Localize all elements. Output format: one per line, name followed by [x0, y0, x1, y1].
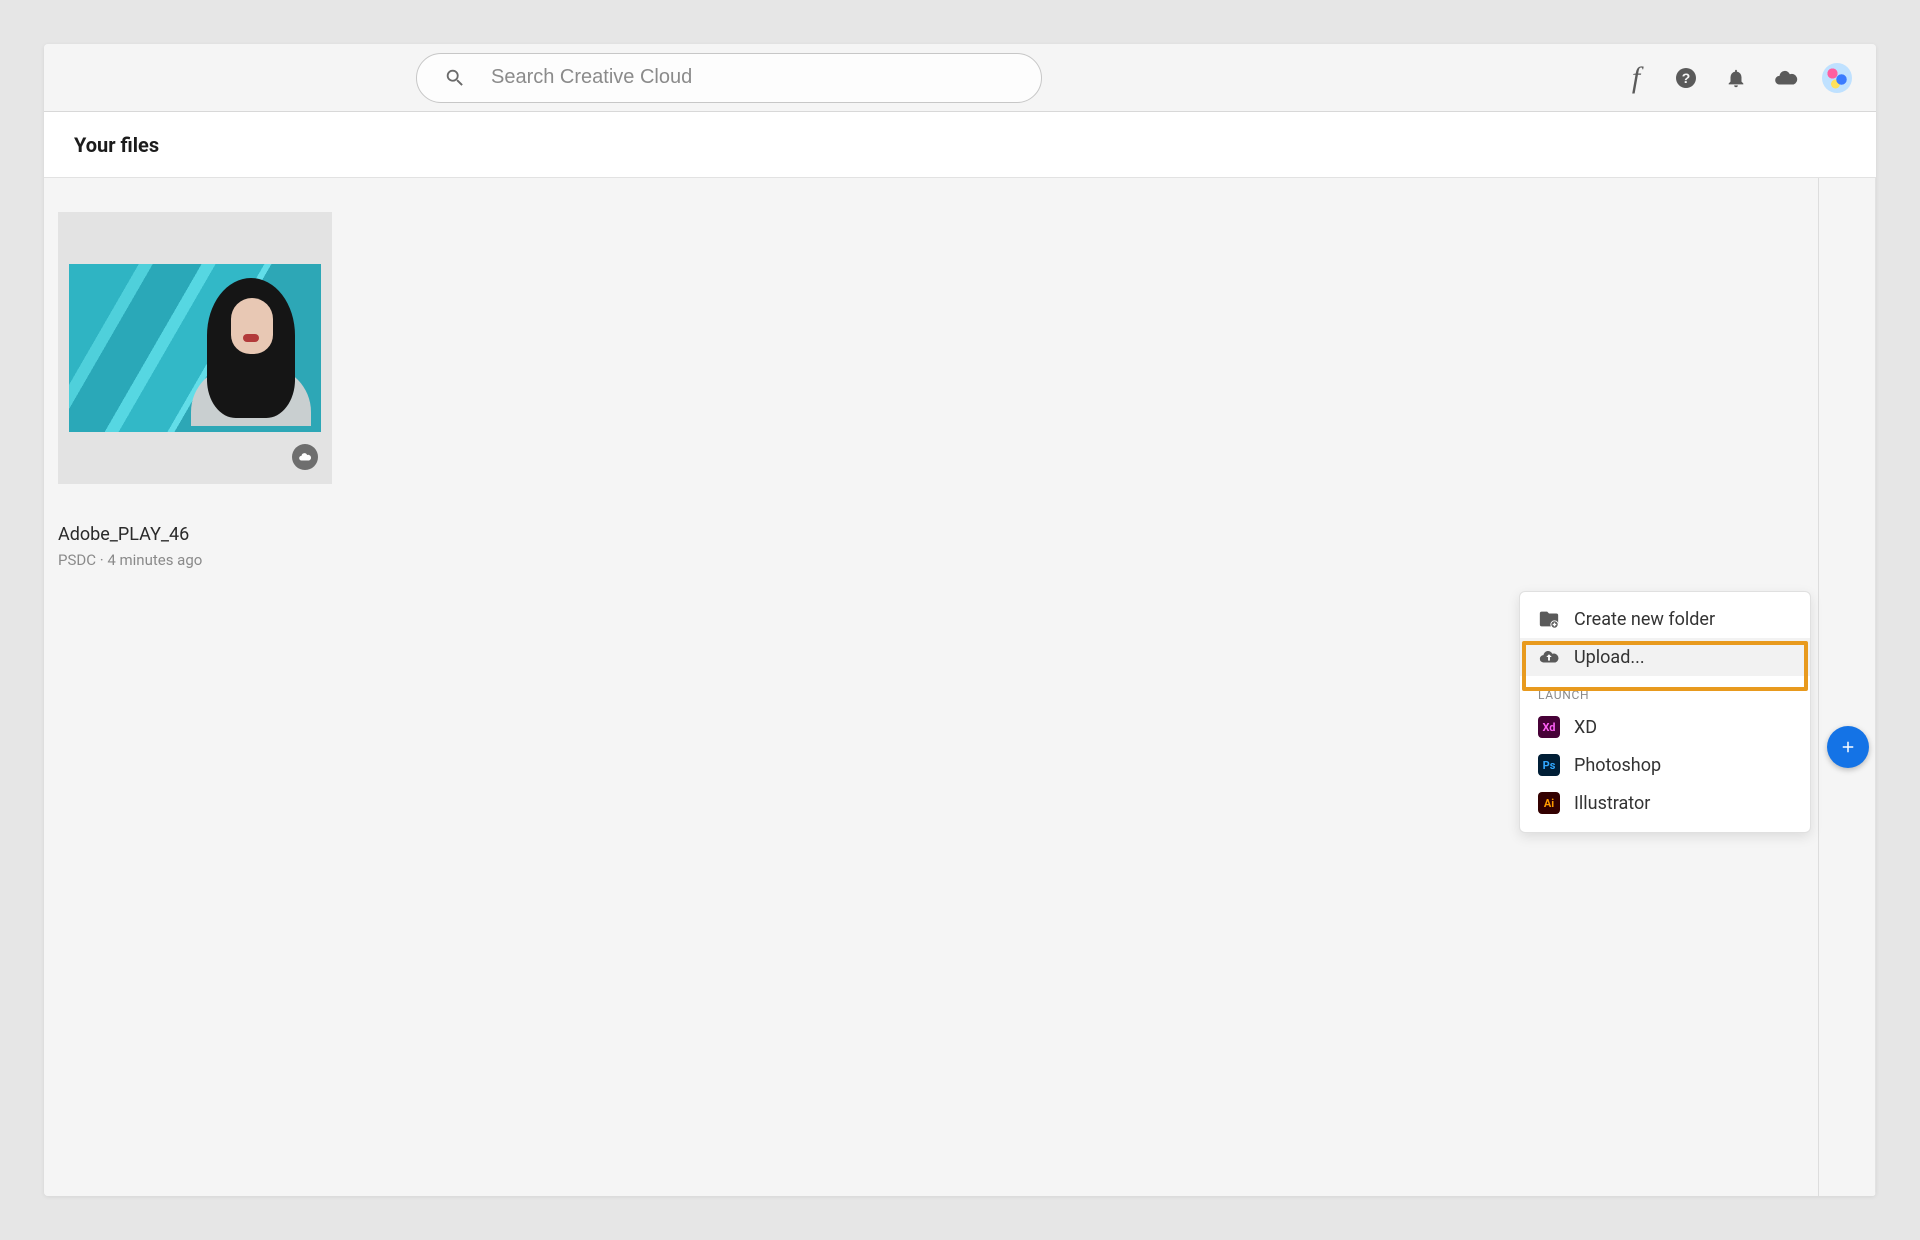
file-meta: PSDC · 4 minutes ago	[58, 551, 332, 569]
file-name: Adobe_PLAY_46	[58, 524, 332, 545]
menu-section-launch: LAUNCH	[1520, 676, 1810, 708]
thumbnail-portrait	[191, 270, 311, 426]
menu-launch-illustrator[interactable]: Ai Illustrator	[1520, 784, 1810, 822]
menu-launch-photoshop[interactable]: Ps Photoshop	[1520, 746, 1810, 784]
menu-item-label: Upload...	[1574, 647, 1645, 668]
synced-badge-icon	[292, 444, 318, 470]
thumbnail-image	[69, 264, 321, 432]
search-wrap	[416, 53, 1042, 103]
ps-app-icon: Ps	[1538, 754, 1560, 776]
app-window: f ? Your files	[44, 44, 1876, 1196]
page-title: Your files	[74, 133, 159, 157]
notifications-icon[interactable]	[1722, 64, 1750, 92]
svg-text:?: ?	[1682, 70, 1691, 86]
avatar[interactable]	[1822, 63, 1852, 93]
help-icon[interactable]: ?	[1672, 64, 1700, 92]
menu-item-label: XD	[1574, 717, 1597, 738]
menu-item-label: Photoshop	[1574, 755, 1661, 776]
file-thumbnail	[58, 212, 332, 484]
menu-item-label: Create new folder	[1574, 609, 1715, 630]
fonts-icon[interactable]: f	[1622, 64, 1650, 92]
top-bar-right: f ?	[1622, 44, 1852, 111]
content-area: Adobe_PLAY_46 PSDC · 4 minutes ago Creat…	[44, 178, 1876, 1196]
menu-item-label: Illustrator	[1574, 793, 1650, 814]
file-card[interactable]: Adobe_PLAY_46 PSDC · 4 minutes ago	[58, 212, 332, 569]
top-bar: f ?	[44, 44, 1876, 112]
add-button[interactable]	[1827, 726, 1869, 768]
upload-icon	[1538, 646, 1560, 668]
search-input[interactable]	[416, 53, 1042, 103]
page-header: Your files	[44, 112, 1876, 178]
folder-add-icon	[1538, 608, 1560, 630]
ai-app-icon: Ai	[1538, 792, 1560, 814]
menu-upload[interactable]: Upload...	[1520, 638, 1810, 676]
menu-create-folder[interactable]: Create new folder	[1520, 600, 1810, 638]
xd-app-icon: Xd	[1538, 716, 1560, 738]
menu-launch-xd[interactable]: Xd XD	[1520, 708, 1810, 746]
add-menu: Create new folder Upload... LAUNCH Xd XD…	[1519, 591, 1811, 833]
cloud-icon[interactable]	[1772, 64, 1800, 92]
search-icon	[444, 67, 466, 89]
